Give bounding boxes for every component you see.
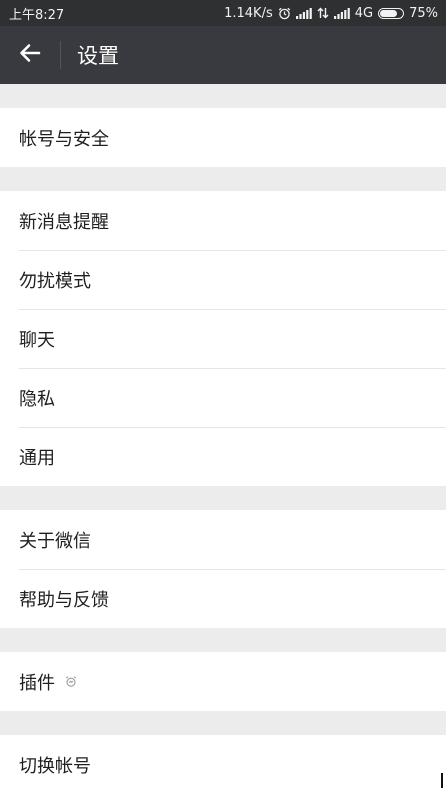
settings-item-label: 聊天 <box>19 329 55 351</box>
settings-item-privacy[interactable]: 隐私 <box>0 368 446 427</box>
settings-item-label: 切换帐号 <box>19 755 91 777</box>
settings-group-main: 新消息提醒 勿扰模式 聊天 隐私 通用 <box>0 191 446 486</box>
app-bar: 设置 <box>0 26 446 84</box>
settings-list: 帐号与安全 新消息提醒 勿扰模式 聊天 隐私 通用 关于微信 帮助与反馈 插件 <box>0 84 446 794</box>
settings-item-about[interactable]: 关于微信 <box>0 510 446 569</box>
settings-group-about: 关于微信 帮助与反馈 <box>0 510 446 628</box>
status-bar: 上午8:27 1.14K/s 4G 75% <box>0 0 446 26</box>
net-speed: 1.14K/s <box>224 5 273 21</box>
data-transfer-icon <box>317 7 329 19</box>
settings-item-do-not-disturb[interactable]: 勿扰模式 <box>0 250 446 309</box>
settings-item-help-feedback[interactable]: 帮助与反馈 <box>0 569 446 628</box>
settings-item-chat[interactable]: 聊天 <box>0 309 446 368</box>
settings-item-plugins[interactable]: 插件 <box>0 652 446 711</box>
plugin-alarm-icon <box>65 675 77 688</box>
battery-icon <box>378 7 405 19</box>
page-title: 设置 <box>77 44 119 68</box>
signal-bars-icon <box>295 7 312 19</box>
status-time: 上午8:27 <box>9 7 65 23</box>
text-cursor-mark <box>441 773 443 788</box>
settings-item-label: 关于微信 <box>19 530 91 552</box>
settings-item-switch-account[interactable]: 切换帐号 <box>0 735 446 794</box>
network-type: 4G <box>354 5 374 21</box>
settings-group-plugins: 插件 <box>0 652 446 711</box>
settings-item-general[interactable]: 通用 <box>0 427 446 486</box>
status-indicators: 1.14K/s 4G 75% <box>224 6 438 21</box>
settings-group-switch: 切换帐号 <box>0 735 446 794</box>
settings-group-account: 帐号与安全 <box>0 108 446 167</box>
settings-item-label: 新消息提醒 <box>19 211 109 233</box>
app-bar-divider <box>60 41 61 69</box>
alarm-clock-icon <box>278 7 291 20</box>
settings-item-account-security[interactable]: 帐号与安全 <box>0 108 446 167</box>
section-gap <box>0 711 446 735</box>
settings-item-label: 插件 <box>19 672 55 694</box>
battery-text: 75% <box>409 5 438 21</box>
settings-item-notifications[interactable]: 新消息提醒 <box>0 191 446 250</box>
section-gap <box>0 167 446 191</box>
settings-item-label: 通用 <box>19 447 55 469</box>
arrow-left-icon <box>19 43 41 67</box>
settings-item-label: 帮助与反馈 <box>19 589 109 611</box>
section-gap <box>0 628 446 652</box>
section-gap <box>0 84 446 108</box>
settings-item-label: 隐私 <box>19 388 55 410</box>
signal-bars-icon-secondary <box>333 7 350 19</box>
back-button[interactable] <box>0 26 60 84</box>
section-gap <box>0 486 446 510</box>
settings-item-label: 勿扰模式 <box>19 270 91 292</box>
settings-item-label: 帐号与安全 <box>19 128 109 150</box>
battery-level-fill <box>380 9 397 17</box>
